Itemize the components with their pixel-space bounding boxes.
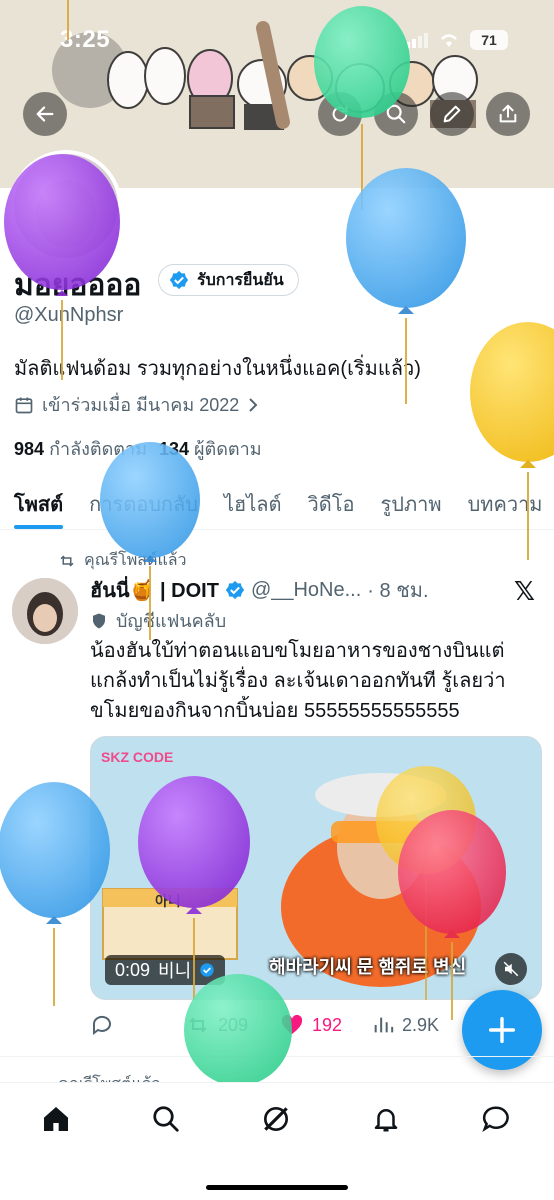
like-button[interactable]: 192	[280, 1013, 372, 1037]
follow-stats: 984 กำลังติดตาม 134 ผู้ติดตาม	[14, 434, 262, 463]
post-author-avatar[interactable]	[12, 578, 78, 644]
views-count: 2.9K	[402, 1014, 440, 1035]
cellular-icon	[406, 33, 428, 48]
post-header: ฮันนี่🍯 | DOIT @__HoNe... · 8 ชม.	[90, 574, 490, 606]
nav-home[interactable]	[36, 1099, 76, 1139]
video-duration: 0:09 비니	[105, 955, 226, 985]
verified-button[interactable]: รับการยืนยัน	[158, 264, 299, 296]
verified-label: รับการยืนยัน	[197, 271, 284, 289]
joined-text: เข้าร่วมเมื่อ มีนาคม 2022	[42, 395, 240, 415]
display-name: มอยออออ	[14, 269, 142, 302]
profile-handle: @XunNphsr	[14, 304, 124, 326]
tab-photos[interactable]: รูปภาพ	[367, 470, 454, 529]
avatar-image	[14, 154, 118, 258]
status-icons: 71	[406, 30, 508, 50]
tab-posts[interactable]: โพสต์	[0, 470, 75, 529]
share-button[interactable]	[486, 92, 530, 136]
grok-icon	[264, 1107, 288, 1131]
tab-replies[interactable]: การตอบกลับ	[75, 470, 210, 529]
nav-messages[interactable]	[476, 1099, 516, 1139]
nav-explore[interactable]	[146, 1099, 186, 1139]
followers-count: 134	[158, 439, 189, 459]
post-author-handle[interactable]: @__HoNe...	[251, 579, 361, 602]
views-button[interactable]: 2.9K	[372, 1014, 462, 1036]
pencil-icon	[443, 105, 461, 123]
post-actions: 209 192 2.9K	[90, 1010, 490, 1040]
nav-notifications[interactable]	[366, 1099, 406, 1139]
post-text: น้องฮันใบ้ท่าตอนแอบขโมยอาหารของชางบินแต่…	[90, 640, 506, 722]
plus-icon	[488, 1016, 516, 1044]
video-card-text: 아니	[155, 893, 181, 909]
video-subtitle: 해바라기씨 문 햄쥐로 변신	[269, 957, 467, 977]
wifi-icon	[441, 34, 457, 47]
verified-badge-icon	[225, 580, 245, 600]
views-icon	[374, 1017, 394, 1033]
profile-avatar[interactable]	[10, 150, 122, 262]
tab-videos[interactable]: วิดีโอ	[294, 470, 367, 529]
share-icon	[499, 104, 517, 123]
home-indicator	[206, 1185, 348, 1190]
chevron-right-icon	[249, 397, 258, 412]
repost-icon	[60, 554, 74, 567]
tab-highlights[interactable]: ไฮไลต์	[210, 470, 294, 529]
post-time: · 8 ชม.	[367, 580, 429, 602]
bottom-navigation	[0, 1082, 554, 1200]
nav-grok[interactable]	[256, 1099, 296, 1139]
repost-indicator: คุณรีโพสต์แล้ว	[58, 548, 187, 573]
reply-icon	[92, 1015, 111, 1035]
tab-articles[interactable]: บทความ	[454, 470, 554, 529]
message-icon	[482, 1106, 509, 1133]
followers-label: ผู้ติดตาม	[194, 439, 262, 459]
reply-button[interactable]	[90, 1013, 186, 1037]
verified-badge-icon	[169, 270, 189, 290]
verified-badge-icon	[200, 963, 214, 977]
like-count: 192	[312, 1014, 343, 1035]
calendar-icon	[15, 397, 33, 413]
video-logo: SKZ CODE	[101, 749, 174, 765]
heart-icon	[281, 1014, 303, 1034]
edit-profile-button[interactable]	[430, 92, 474, 136]
back-button[interactable]	[23, 92, 67, 136]
repost-label: คุณรีโพสต์แล้ว	[84, 552, 187, 569]
battery-level: 71	[470, 30, 508, 50]
video-uploader: 비니	[158, 961, 192, 981]
video-duration-text: 0:09	[115, 959, 151, 980]
home-icon	[44, 1107, 68, 1131]
post-author-name[interactable]: ฮันนี่🍯 | DOIT	[90, 574, 219, 606]
fanclub-label: บัญชีแฟนคลับ	[116, 611, 227, 631]
shield-icon	[93, 613, 105, 628]
mute-button[interactable]	[495, 953, 527, 985]
repost-count: 209	[218, 1014, 249, 1035]
search-icon	[153, 1106, 179, 1132]
refresh-button[interactable]	[318, 92, 362, 136]
followers-link[interactable]: 134 ผู้ติดตาม	[159, 434, 262, 463]
repost-button[interactable]: 209	[186, 1013, 280, 1037]
bell-icon	[374, 1109, 398, 1132]
following-link[interactable]: 984 กำลังติดตาม	[14, 434, 147, 463]
search-profile-button[interactable]	[374, 92, 418, 136]
post-divider	[0, 1056, 554, 1057]
search-icon	[386, 104, 406, 124]
arrow-left-icon	[36, 106, 54, 122]
profile-tabs: โพสต์ การตอบกลับ ไฮไลต์ วิดีโอ รูปภาพ บท…	[0, 470, 554, 530]
x-logo-icon: 𝕏	[514, 576, 535, 606]
following-count: 984	[14, 439, 45, 459]
status-time: 3:25	[60, 26, 111, 53]
fanclub-badge: บัญชีแฟนคลับ	[90, 606, 226, 635]
repost-icon	[189, 1017, 207, 1033]
refresh-icon	[332, 105, 348, 122]
compose-post-button[interactable]	[462, 990, 542, 1070]
joined-date: เข้าร่วมเมื่อ มีนาคม 2022	[14, 390, 259, 419]
mute-icon	[503, 961, 519, 977]
profile-bio: มัลติแฟนด้อม รวมทุกอย่างในหนึ่งแอค(เริ่ม…	[14, 358, 421, 380]
post-video[interactable]: SKZ CODE 아니 0:09 비니 해바라기씨 문 햄쥐로 변신	[90, 736, 542, 1000]
following-label: กำลังติดตาม	[49, 439, 147, 459]
